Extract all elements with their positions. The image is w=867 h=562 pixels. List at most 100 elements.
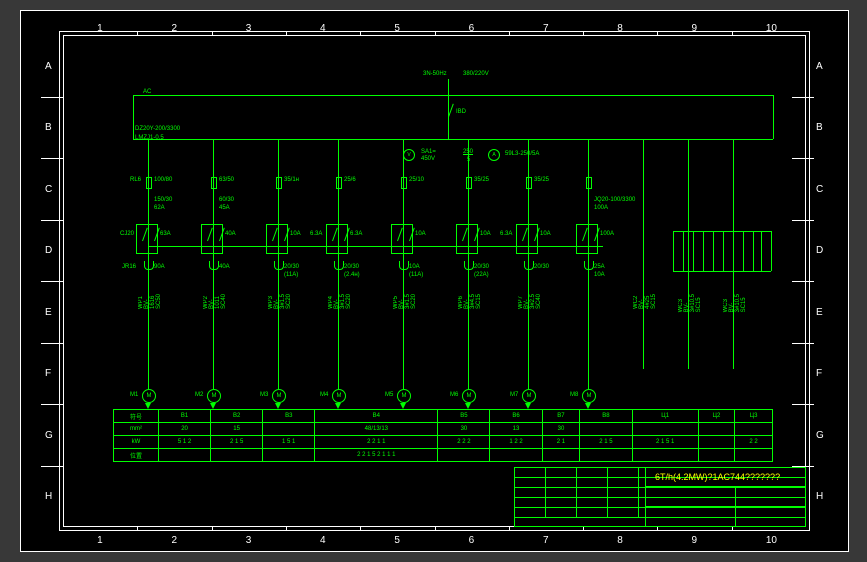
zone-tick xyxy=(435,527,436,531)
thermal-label: (22A) xyxy=(474,272,489,278)
contactor-label: 63A xyxy=(160,231,171,237)
rating-label: 35/25 xyxy=(534,177,549,183)
thermal-label: (2.4н) xyxy=(344,272,360,278)
zone-tick xyxy=(360,31,361,35)
zone-col-label: 5 xyxy=(394,23,400,34)
bus-a-label: IBD xyxy=(456,109,466,115)
wire-label: WC2 BV-4#25 SC15 xyxy=(633,294,657,309)
zone-row-label: H xyxy=(45,491,52,502)
cad-canvas[interactable]: AABBCCDDEEFFGGHH 1122334455667788991010 … xyxy=(20,10,849,552)
table-cell xyxy=(632,423,698,436)
zone-row-label: D xyxy=(45,245,52,256)
thermal-label: 20/30 xyxy=(534,264,549,270)
table-cell: B1 xyxy=(159,410,211,423)
table-cell: B2 xyxy=(211,410,263,423)
thermal-label: 25A xyxy=(594,264,605,270)
motor-icon: M xyxy=(207,389,221,403)
motor-label: M2 xyxy=(195,392,203,398)
zone-col-label: 9 xyxy=(692,535,698,546)
contactor-label: 10A xyxy=(540,231,551,237)
thermal-label: (11A) xyxy=(284,272,298,278)
zone-row-label: B xyxy=(816,122,823,133)
zone-col-label: 2 xyxy=(171,23,177,34)
bus-top xyxy=(133,95,773,96)
table-cell: 30 xyxy=(542,423,580,436)
zone-tick xyxy=(732,31,733,35)
zone-row-label: D xyxy=(816,245,823,256)
rating-label: 150/30 xyxy=(154,197,172,203)
table-cell xyxy=(632,449,698,462)
motor-label: M3 xyxy=(260,392,268,398)
table-header-cell: 位置 xyxy=(114,449,159,462)
motor-label: M1 xyxy=(130,392,138,398)
zone-tick xyxy=(792,158,810,159)
title-block: 6T/h(4.2MW)?1AC744??????? xyxy=(514,467,806,527)
table-header-cell: kW xyxy=(114,436,159,449)
zone-tick xyxy=(41,281,59,282)
table-cell: Ц3 xyxy=(735,410,773,423)
table-cell xyxy=(542,449,580,462)
zone-col-label: 3 xyxy=(246,23,252,34)
contactor-label: 10A xyxy=(415,231,426,237)
spec2: LMZJ1-0.5 xyxy=(135,135,164,141)
table-cell: 15 xyxy=(211,423,263,436)
table-cell: 48/13/13 xyxy=(315,423,438,436)
zone-tick xyxy=(212,527,213,531)
zone-col-label: 1 xyxy=(97,535,103,546)
zone-tick xyxy=(212,31,213,35)
zone-col-label: 5 xyxy=(394,535,400,546)
table-header-cell: 符号 xyxy=(114,410,159,423)
rating-label: 45A xyxy=(219,205,230,211)
zone-tick xyxy=(41,97,59,98)
table-cell: 13 xyxy=(490,423,542,436)
zone-row-label: E xyxy=(816,307,823,318)
table-row: mm²201548/13/13301330 xyxy=(114,423,773,436)
branch-top-label: RL6 xyxy=(130,177,141,183)
table-cell: 20 xyxy=(159,423,211,436)
table-cell: 30 xyxy=(438,423,490,436)
table-cell xyxy=(580,423,632,436)
table-cell: Ц1 xyxy=(632,410,698,423)
table-row: kW5 1 22 1 51 5 12 2 1 12 2 21 2 22 12 1… xyxy=(114,436,773,449)
ammeter-icon: A xyxy=(488,149,500,161)
wire-label: WP3 BV-3#1.5 SC20 xyxy=(268,294,292,309)
table-cell xyxy=(698,449,734,462)
thermal-label: 20/30 xyxy=(474,264,489,270)
zone-col-label: 10 xyxy=(766,535,777,546)
thermal-label: 20/30 xyxy=(344,264,359,270)
zone-tick xyxy=(583,527,584,531)
sa-val: 450V xyxy=(421,156,435,162)
table-cell: 2 1 xyxy=(542,436,580,449)
thermal-icon xyxy=(274,261,284,270)
thermal-icon xyxy=(464,261,474,270)
zone-tick xyxy=(792,343,810,344)
zone-tick xyxy=(137,527,138,531)
table-cell xyxy=(211,449,263,462)
table-cell: 2 2 2 xyxy=(438,436,490,449)
incoming-line xyxy=(448,79,449,139)
thermal-label: JR16 xyxy=(122,264,136,270)
zone-col-label: 8 xyxy=(617,23,623,34)
zone-tick xyxy=(41,158,59,159)
wire-label: WP5 BV-3#1.5 SC20 xyxy=(393,294,417,309)
table-cell: B4 xyxy=(315,410,438,423)
table-cell xyxy=(698,423,734,436)
table-header-cell: mm² xyxy=(114,423,159,436)
motor-label: M4 xyxy=(320,392,328,398)
thermal-icon xyxy=(399,261,409,270)
table-row: 位置2 2 1 5 2 1 1 1 xyxy=(114,449,773,462)
contactor-label: 6.3A xyxy=(310,231,322,237)
distribution-block xyxy=(673,231,771,281)
motor-label: M7 xyxy=(510,392,518,398)
rating-label: JQ20-100/3300 xyxy=(594,197,635,203)
table-cell xyxy=(263,423,315,436)
zone-col-label: 2 xyxy=(171,535,177,546)
table-cell: 2 1 5 xyxy=(580,436,632,449)
contactor-label: CJ20 xyxy=(120,231,134,237)
table-cell: B5 xyxy=(438,410,490,423)
zone-tick xyxy=(41,404,59,405)
zone-row-label: H xyxy=(816,491,823,502)
zone-tick xyxy=(509,31,510,35)
table-cell xyxy=(438,449,490,462)
table-cell xyxy=(698,436,734,449)
